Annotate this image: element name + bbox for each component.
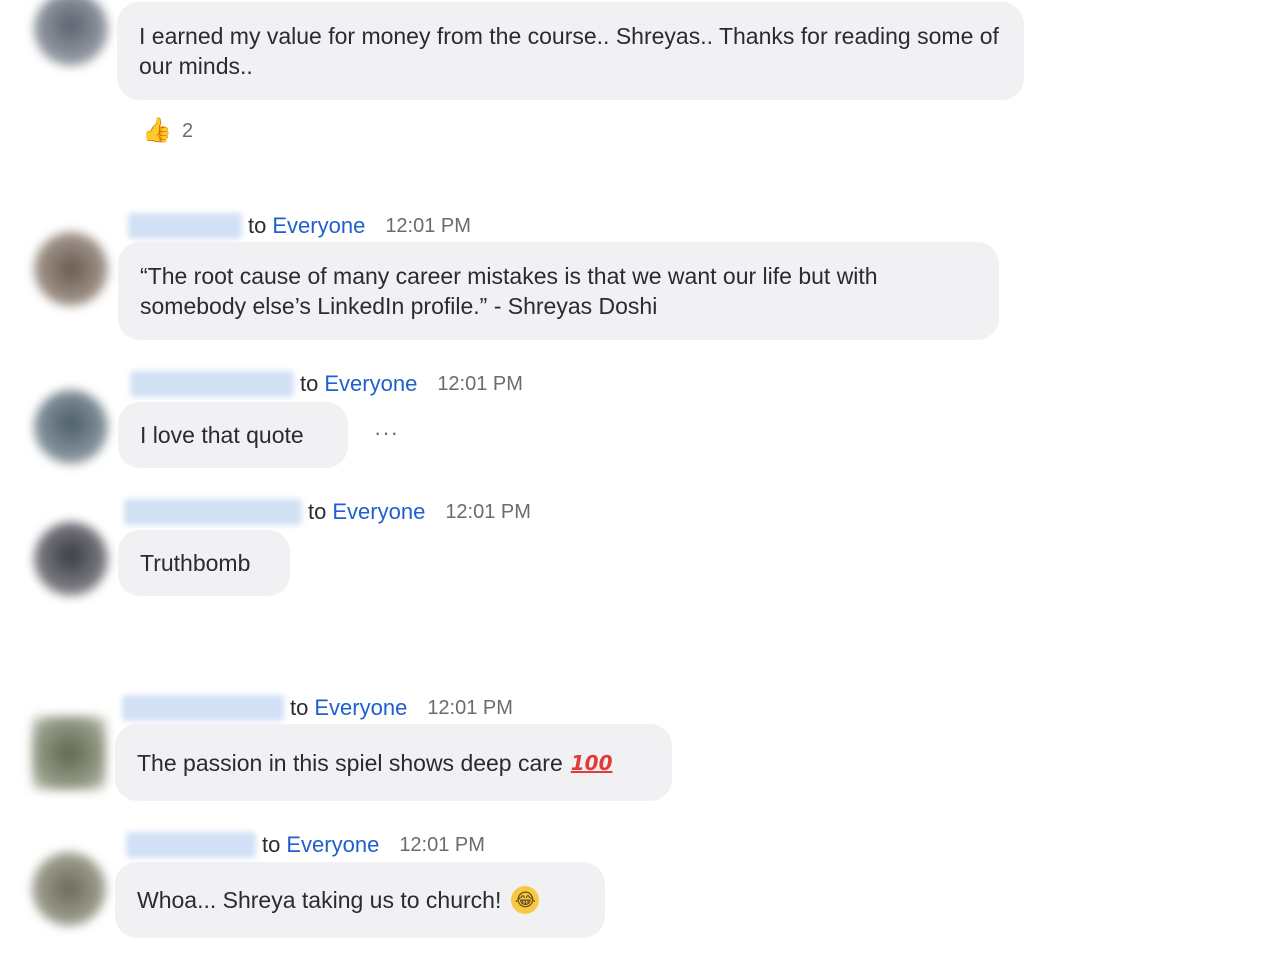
chat-panel: I earned my value for money from the cou… <box>0 0 1280 960</box>
timestamp: 12:01 PM <box>437 372 523 395</box>
timestamp: 12:01 PM <box>385 214 471 237</box>
message-header: to Everyone 12:01 PM <box>122 693 513 723</box>
message-bubble[interactable]: I love that quote <box>118 402 348 468</box>
message-header: to Everyone 12:01 PM <box>124 497 531 527</box>
reaction-badge[interactable]: 👍 2 <box>142 118 193 144</box>
timestamp: 12:01 PM <box>427 696 513 719</box>
avatar <box>34 522 108 596</box>
message-bubble[interactable]: The passion in this spiel shows deep car… <box>115 724 672 801</box>
recipient-link[interactable]: Everyone <box>272 213 365 239</box>
message-header: to Everyone 12:01 PM <box>128 211 471 241</box>
laughing-face-icon: 😂 <box>511 886 540 914</box>
timestamp: 12:01 PM <box>399 833 485 856</box>
sender-name[interactable] <box>124 499 302 525</box>
message-bubble[interactable]: Truthbomb <box>118 530 290 596</box>
sender-name[interactable] <box>122 695 284 721</box>
sender-name[interactable] <box>130 371 294 397</box>
avatar <box>34 0 108 66</box>
message-header: to Everyone 12:01 PM <box>130 369 523 399</box>
avatar <box>34 390 108 464</box>
message-text: Truthbomb <box>140 550 251 576</box>
to-label: to <box>308 499 327 524</box>
avatar <box>32 852 106 926</box>
recipient-link[interactable]: Everyone <box>332 499 425 525</box>
hundred-points-icon: 100 <box>570 750 613 775</box>
message-bubble[interactable]: Whoa... Shreya taking us to church! 😂 <box>115 862 605 938</box>
recipient-link[interactable]: Everyone <box>324 371 417 397</box>
more-options-icon[interactable]: ··· <box>374 420 399 446</box>
to-label: to <box>248 213 267 238</box>
avatar <box>32 716 106 790</box>
avatar <box>34 232 108 306</box>
sender-name[interactable] <box>126 832 256 858</box>
to-label: to <box>290 695 309 720</box>
message-text: I earned my value for money from the cou… <box>139 23 999 79</box>
message-text: I love that quote <box>140 422 304 448</box>
sender-name[interactable] <box>128 213 242 239</box>
timestamp: 12:01 PM <box>445 500 531 523</box>
recipient-link[interactable]: Everyone <box>314 695 407 721</box>
to-label: to <box>262 832 281 857</box>
reaction-count: 2 <box>182 119 194 142</box>
message-text: “The root cause of many career mistakes … <box>140 263 878 319</box>
message-bubble[interactable]: I earned my value for money from the cou… <box>117 2 1024 100</box>
recipient-link[interactable]: Everyone <box>286 832 379 858</box>
message-text: The passion in this spiel shows deep car… <box>137 749 563 776</box>
thumbs-up-icon: 👍 <box>142 117 172 144</box>
message-header: to Everyone 12:01 PM <box>126 830 485 860</box>
message-bubble[interactable]: “The root cause of many career mistakes … <box>118 242 999 340</box>
message-text: Whoa... Shreya taking us to church! <box>137 887 502 913</box>
to-label: to <box>300 371 319 396</box>
